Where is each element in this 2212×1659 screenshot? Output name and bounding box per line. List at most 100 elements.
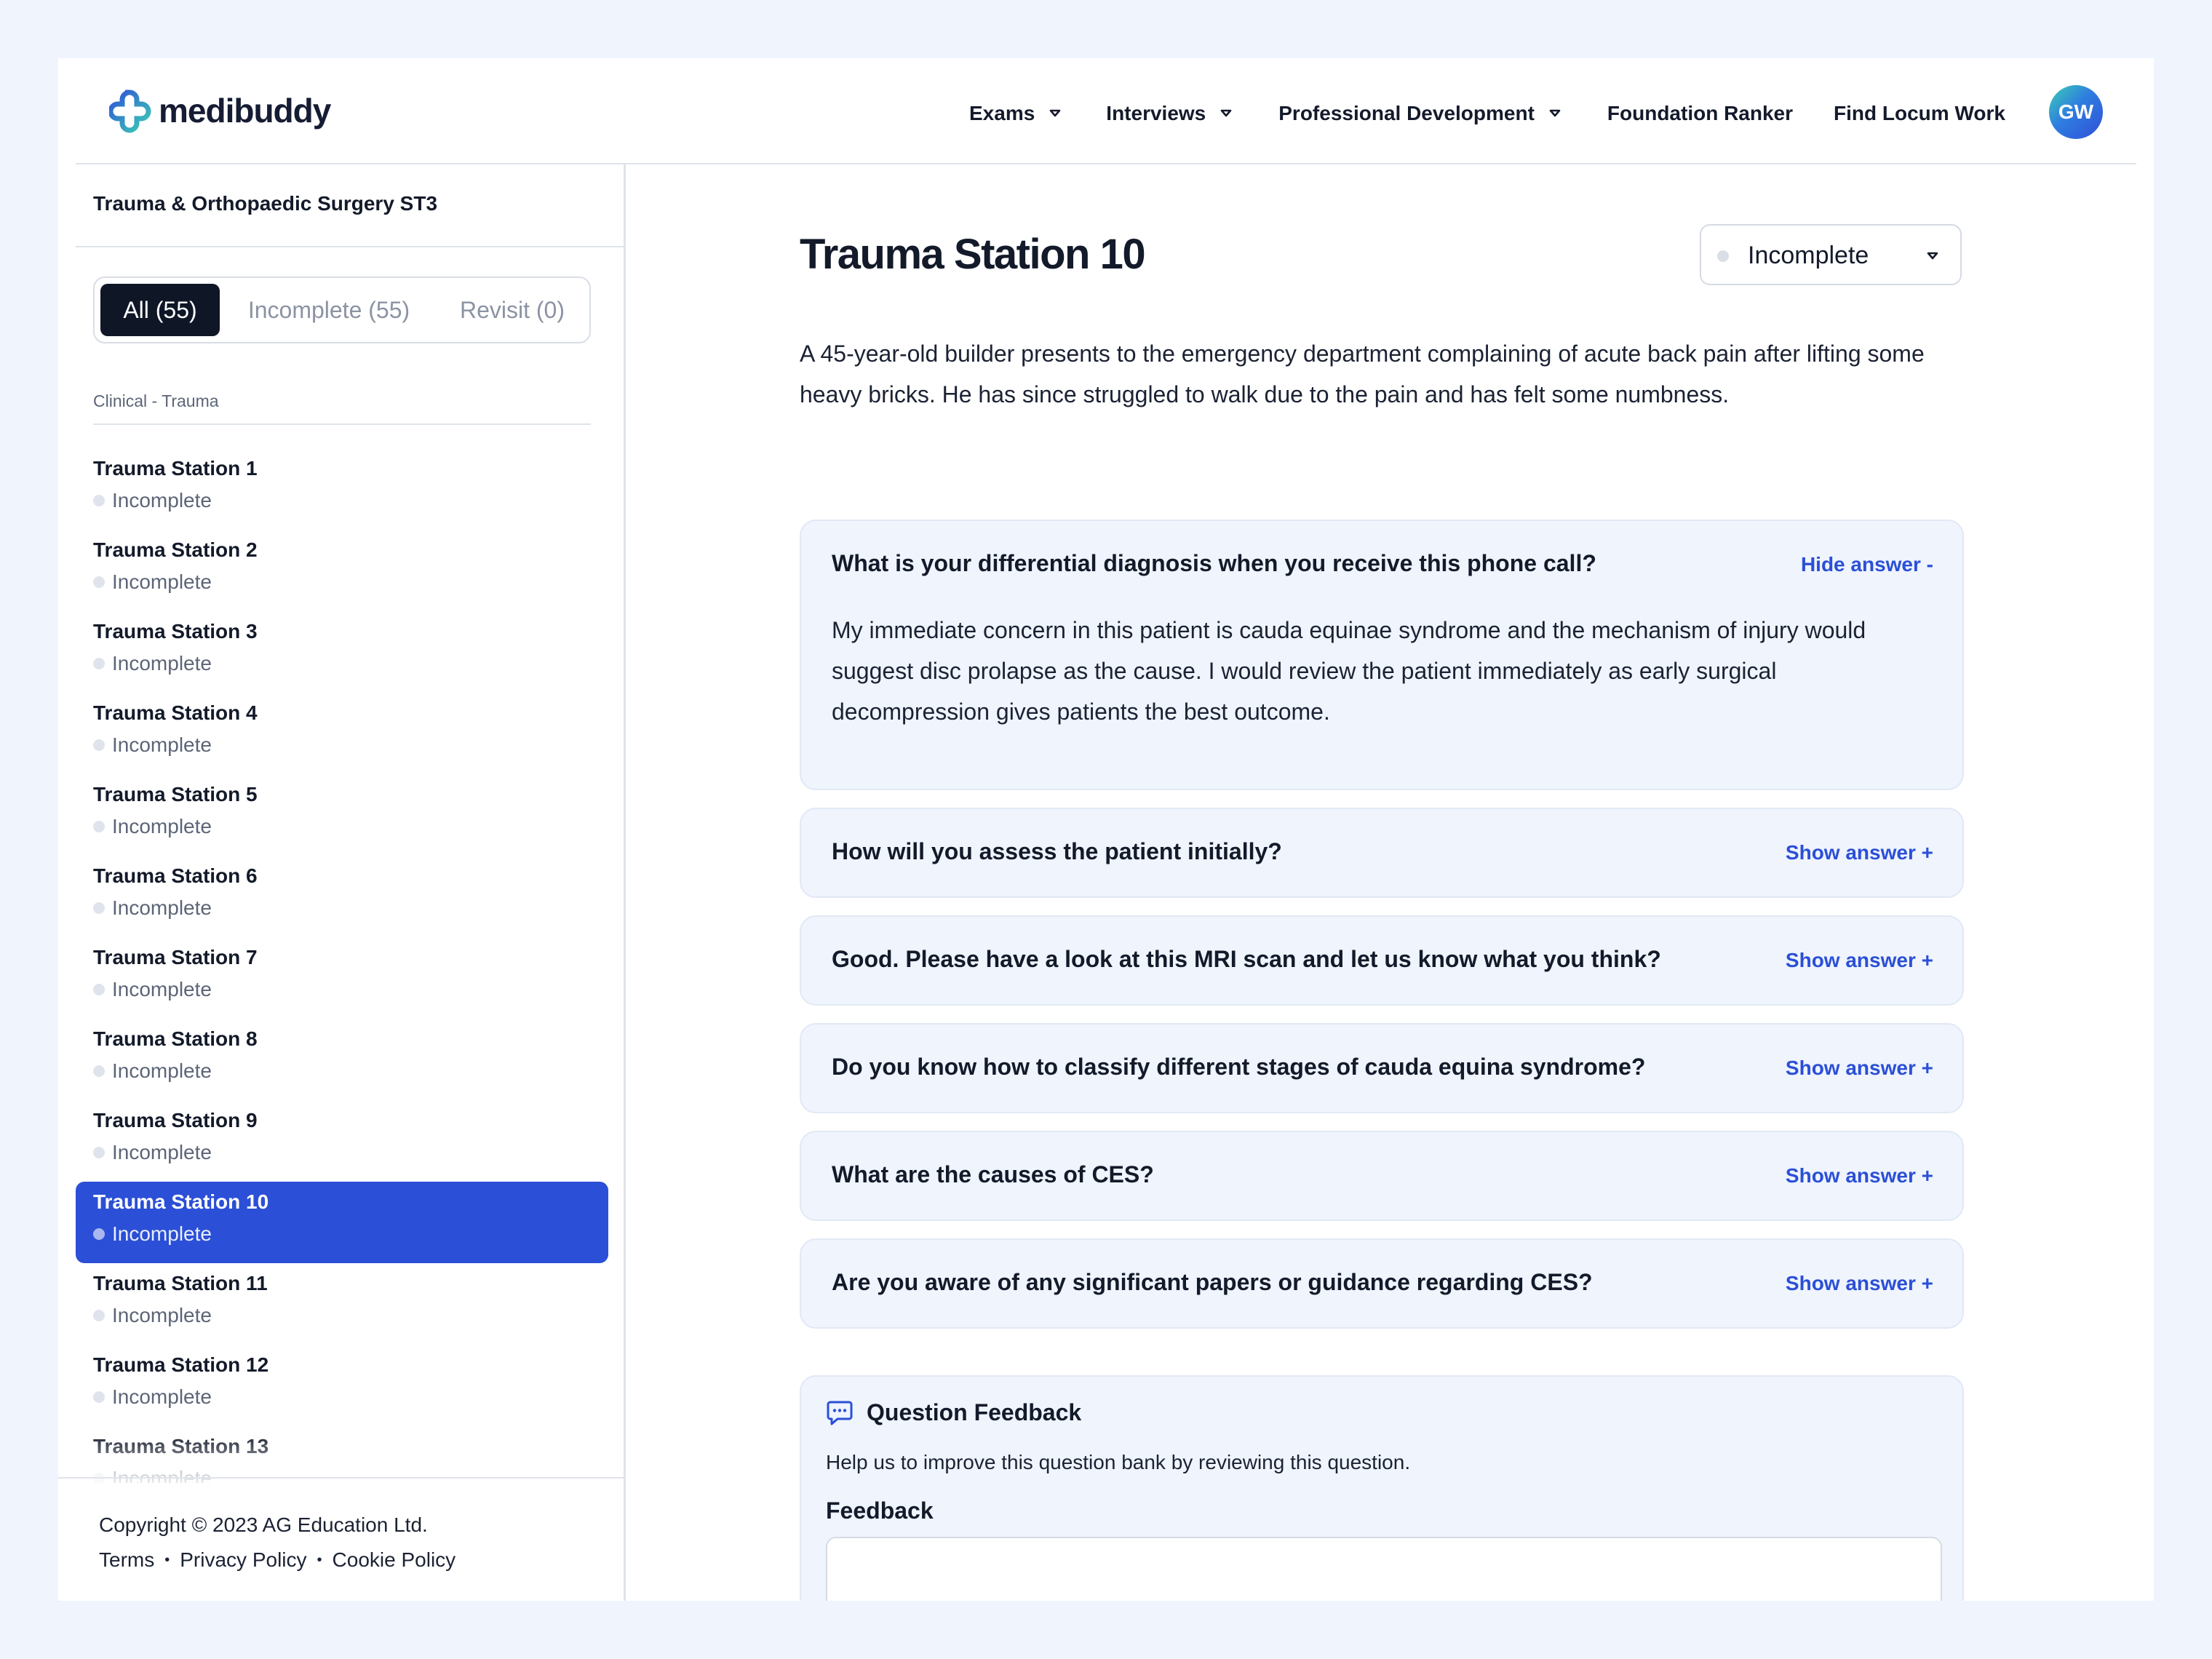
status-dot (93, 1228, 105, 1240)
show-answer-button[interactable]: Show answer + (1786, 1272, 1933, 1295)
filter-all[interactable]: All (55) (100, 284, 220, 336)
station-name: Trauma Station 8 (93, 1027, 258, 1050)
caret-down-icon (1049, 109, 1061, 117)
station-item[interactable]: Trauma Station 4 Incomplete (76, 693, 608, 774)
station-status: Incomplete (93, 1141, 212, 1164)
station-item[interactable]: Trauma Station 5 Incomplete (76, 774, 608, 856)
question-card[interactable]: Do you know how to classify different st… (800, 1023, 1964, 1113)
status-dot (93, 576, 105, 588)
station-status: Incomplete (93, 1304, 212, 1327)
nav-professional-development[interactable]: Professional Development (1278, 102, 1562, 125)
show-answer-button[interactable]: Show answer + (1786, 841, 1933, 864)
hide-answer-button[interactable]: Hide answer - (1801, 553, 1933, 576)
station-status: Incomplete (93, 652, 212, 675)
status-dot (93, 495, 105, 506)
station-name: Trauma Station 6 (93, 864, 258, 887)
station-item[interactable]: Trauma Station 7 Incomplete (76, 937, 608, 1019)
question-text: Good. Please have a look at this MRI sca… (832, 946, 1661, 972)
top-header: medibuddy Exams Interviews Professional … (76, 58, 2136, 164)
divider (76, 246, 626, 247)
feedback-textarea[interactable] (826, 1537, 1942, 1601)
nav-professional-development-label: Professional Development (1278, 102, 1535, 124)
question-card[interactable]: What are the causes of CES? Show answer … (800, 1131, 1964, 1221)
caret-down-icon (1220, 109, 1232, 117)
station-status: Incomplete (93, 1385, 212, 1409)
show-answer-button[interactable]: Show answer + (1786, 1164, 1933, 1187)
scenario-text: A 45-year-old builder presents to the em… (800, 341, 1925, 407)
question-card[interactable]: How will you assess the patient initiall… (800, 808, 1964, 898)
cookie-policy-link[interactable]: Cookie Policy (333, 1548, 456, 1572)
question-card[interactable]: Good. Please have a look at this MRI sca… (800, 915, 1964, 1006)
question-card-expanded: What is your differential diagnosis when… (800, 520, 1964, 790)
station-item[interactable]: Trauma Station 11 Incomplete (76, 1263, 608, 1345)
chat-bubble-icon (827, 1401, 853, 1425)
status-dot (93, 821, 105, 832)
question-feedback-panel: Question Feedback Help us to improve thi… (800, 1375, 1964, 1601)
status-dot (1717, 250, 1729, 262)
station-status-label: Incomplete (112, 652, 212, 675)
station-status-label: Incomplete (112, 978, 212, 1000)
nav-exams[interactable]: Exams (969, 102, 1062, 125)
station-name: Trauma Station 4 (93, 701, 258, 724)
station-item[interactable]: Trauma Station 1 Incomplete (76, 448, 608, 530)
status-dot (93, 984, 105, 995)
station-name: Trauma Station 3 (93, 620, 258, 642)
station-item[interactable]: Trauma Station 3 Incomplete (76, 611, 608, 693)
question-text: Do you know how to classify different st… (832, 1054, 1646, 1080)
nav-find-locum-work[interactable]: Find Locum Work (1834, 102, 2005, 125)
nav-foundation-ranker[interactable]: Foundation Ranker (1607, 102, 1793, 125)
question-text: Are you aware of any significant papers … (832, 1269, 1593, 1295)
station-status: Incomplete (93, 815, 212, 838)
station-status: Incomplete (93, 1059, 212, 1083)
station-item[interactable]: Trauma Station 12 Incomplete (76, 1345, 608, 1426)
nav-interviews[interactable]: Interviews (1106, 102, 1233, 125)
logo-text: medibuddy (159, 92, 331, 130)
station-name: Trauma Station 10 (93, 1190, 269, 1213)
station-name: Trauma Station 5 (93, 783, 258, 805)
group-label: Clinical - Trauma (93, 391, 219, 410)
question-card[interactable]: Are you aware of any significant papers … (800, 1238, 1964, 1329)
status-dot (93, 739, 105, 751)
divider (93, 423, 591, 425)
station-item[interactable]: Trauma Station 6 Incomplete (76, 856, 608, 937)
sidebar-footer: Copyright © 2023 AG Education Ltd. Terms… (58, 1477, 626, 1601)
show-answer-button[interactable]: Show answer + (1786, 1057, 1933, 1080)
station-item[interactable]: Trauma Station 9 Incomplete (76, 1100, 608, 1182)
station-status: Incomplete (93, 896, 212, 920)
question-text: What are the causes of CES? (832, 1161, 1154, 1187)
terms-link[interactable]: Terms (99, 1548, 154, 1572)
feedback-label: Feedback (826, 1497, 934, 1524)
nav-exams-label: Exams (969, 102, 1035, 124)
status-dot (93, 1310, 105, 1321)
copyright: Copyright © 2023 AG Education Ltd. (99, 1513, 428, 1536)
status-select[interactable]: Incomplete (1700, 224, 1962, 285)
station-name: Trauma Station 9 (93, 1109, 258, 1131)
station-status-label: Incomplete (112, 815, 212, 838)
station-name: Trauma Station 13 (93, 1435, 269, 1457)
privacy-policy-link[interactable]: Privacy Policy (180, 1548, 306, 1572)
filter-tabs: All (55) Incomplete (55) Revisit (0) (93, 276, 591, 343)
app-window: medibuddy Exams Interviews Professional … (58, 58, 2154, 1601)
logo[interactable]: medibuddy (109, 86, 331, 135)
station-item-active[interactable]: Trauma Station 10 Incomplete (76, 1182, 608, 1263)
station-item[interactable]: Trauma Station 8 Incomplete (76, 1019, 608, 1100)
caret-down-icon (1549, 109, 1561, 117)
status-dot (93, 902, 105, 914)
station-name: Trauma Station 1 (93, 457, 258, 480)
filter-revisit[interactable]: Revisit (0) (441, 284, 584, 336)
station-status-label: Incomplete (112, 1385, 212, 1408)
course-title: Trauma & Orthopaedic Surgery ST3 (93, 192, 438, 215)
status-dot (93, 1065, 105, 1077)
station-name: Trauma Station 7 (93, 946, 258, 968)
station-item[interactable]: Trauma Station 13 Incomplete (76, 1426, 608, 1483)
status-dot (93, 658, 105, 669)
nav-find-locum-work-label: Find Locum Work (1834, 102, 2005, 124)
footer-links: Terms • Privacy Policy • Cookie Policy (99, 1548, 455, 1572)
avatar[interactable]: GW (2049, 85, 2103, 139)
station-status: Incomplete (93, 489, 212, 512)
station-item[interactable]: Trauma Station 2 Incomplete (76, 530, 608, 611)
main-content: Trauma Station 10 Incomplete A 45-year-o… (628, 164, 2154, 1601)
link-separator: • (164, 1551, 170, 1568)
filter-incomplete[interactable]: Incomplete (55) (228, 284, 429, 336)
show-answer-button[interactable]: Show answer + (1786, 949, 1933, 972)
